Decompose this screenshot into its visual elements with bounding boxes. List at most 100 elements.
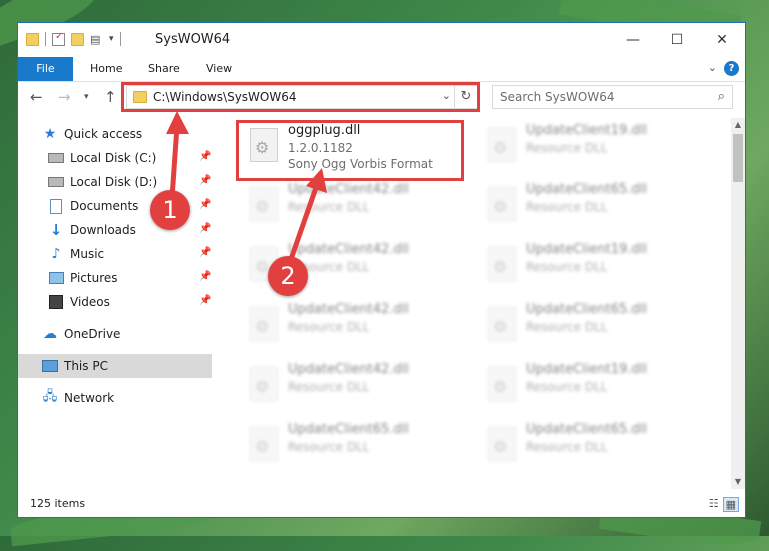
scroll-thumb[interactable] bbox=[733, 134, 743, 182]
file-tile[interactable]: ⚙ UpdateClient65.dll Resource DLL bbox=[478, 302, 708, 358]
file-name: UpdateClient42.dll bbox=[288, 302, 409, 317]
sidebar-item-label: Pictures bbox=[70, 271, 118, 285]
ribbon-tabs: File Home Share View ⌄ ? bbox=[18, 57, 745, 82]
help-icon[interactable]: ? bbox=[724, 61, 739, 76]
videos-icon bbox=[48, 294, 64, 310]
address-row: ← → ▾ ↑ C:\Windows\SysWOW64 ⌄ ↻ Search S… bbox=[18, 82, 745, 114]
sidebar-item-documents[interactable]: Documents bbox=[48, 194, 138, 218]
file-version: 1.2.0.1182 bbox=[288, 141, 353, 155]
file-tile[interactable]: ⚙ UpdateClient19.dll Resource DLL bbox=[478, 242, 708, 298]
gear-icon: ⚙ bbox=[255, 317, 270, 336]
close-button[interactable]: ✕ bbox=[699, 23, 745, 57]
dll-file-icon: ⚙ bbox=[488, 128, 516, 162]
new-folder-icon[interactable] bbox=[71, 32, 84, 46]
properties-icon[interactable]: ✓ bbox=[52, 31, 65, 46]
file-description: Resource DLL bbox=[526, 320, 608, 334]
gear-icon: ⚙ bbox=[493, 257, 508, 276]
dll-file-icon: ⚙ bbox=[250, 307, 278, 341]
file-tile[interactable]: ⚙ UpdateClient42.dll Resource DLL bbox=[240, 242, 470, 298]
file-name: oggplug.dll bbox=[288, 123, 361, 138]
file-tile[interactable]: ⚙ UpdateClient19.dll Resource DLL bbox=[478, 123, 708, 179]
file-name: UpdateClient65.dll bbox=[526, 182, 647, 197]
pin-icon[interactable]: 📌 bbox=[199, 199, 211, 210]
customize-dropdown-icon[interactable]: ▾ bbox=[109, 34, 114, 44]
sidebar-item-this-pc[interactable]: This PC bbox=[18, 354, 212, 378]
sidebar-item-label: Videos bbox=[70, 295, 110, 309]
scroll-down-icon[interactable]: ▼ bbox=[731, 475, 745, 489]
cloud-icon: ☁ bbox=[43, 326, 57, 342]
file-name: UpdateClient42.dll bbox=[288, 242, 409, 257]
network-icon: 🖧 bbox=[42, 389, 58, 404]
minimize-button[interactable]: — bbox=[610, 23, 656, 57]
pin-icon[interactable]: 📌 bbox=[199, 223, 211, 234]
file-tile[interactable]: ⚙ UpdateClient42.dll Resource DLL bbox=[240, 182, 470, 238]
file-tile[interactable]: ⚙ UpdateClient65.dll Resource DLL bbox=[478, 422, 708, 478]
gear-icon: ⚙ bbox=[255, 257, 270, 276]
sidebar-item-music[interactable]: ♪ Music bbox=[48, 242, 105, 266]
pin-icon[interactable]: 📌 bbox=[199, 175, 211, 186]
collapse-ribbon-icon[interactable]: ⌄ bbox=[708, 61, 717, 74]
search-input[interactable]: Search SysWOW64 ⌕ bbox=[492, 85, 733, 109]
downloads-icon: ↓ bbox=[49, 221, 63, 239]
file-tile[interactable]: ⚙ UpdateClient42.dll Resource DLL bbox=[240, 302, 470, 358]
customize-icon[interactable]: ▤ bbox=[90, 33, 103, 46]
file-tile-oggplug[interactable]: ⚙ oggplug.dll 1.2.0.1182 Sony Ogg Vorbis… bbox=[240, 123, 470, 179]
file-name: UpdateClient19.dll bbox=[526, 242, 647, 257]
sidebar-item-network[interactable]: 🖧 Network bbox=[42, 386, 114, 410]
file-tile[interactable]: ⚙ UpdateClient65.dll Resource DLL bbox=[478, 182, 708, 238]
item-count: 125 items bbox=[30, 497, 86, 510]
up-arrow-icon[interactable]: ↑ bbox=[104, 88, 117, 106]
drive-icon bbox=[48, 174, 64, 190]
sidebar-item-label: Local Disk (D:) bbox=[70, 175, 158, 189]
pin-icon[interactable]: 📌 bbox=[199, 271, 211, 282]
status-bar: 125 items ☷ ▦ bbox=[18, 493, 745, 515]
dll-file-icon: ⚙ bbox=[250, 187, 278, 221]
tab-home[interactable]: Home bbox=[76, 57, 136, 81]
file-description: Resource DLL bbox=[526, 380, 608, 394]
sidebar-item-pictures[interactable]: Pictures bbox=[48, 266, 118, 290]
sidebar-item-downloads[interactable]: ↓ Downloads bbox=[48, 218, 136, 242]
maximize-button[interactable]: ☐ bbox=[654, 23, 700, 57]
tab-file[interactable]: File bbox=[18, 57, 73, 81]
tab-view[interactable]: View bbox=[192, 57, 246, 81]
sidebar-item-videos[interactable]: Videos bbox=[48, 290, 110, 314]
sidebar-item-label: OneDrive bbox=[64, 327, 121, 341]
sidebar-item-onedrive[interactable]: ☁ OneDrive bbox=[42, 322, 120, 346]
file-tile[interactable]: ⚙ UpdateClient42.dll Resource DLL bbox=[240, 362, 470, 418]
scroll-up-icon[interactable]: ▲ bbox=[731, 118, 745, 132]
pin-icon[interactable]: 📌 bbox=[199, 295, 211, 306]
large-icons-view-icon[interactable]: ▦ bbox=[722, 497, 739, 512]
back-arrow-icon[interactable]: ← bbox=[30, 88, 43, 106]
address-path[interactable]: C:\Windows\SysWOW64 bbox=[153, 90, 297, 104]
file-name: UpdateClient42.dll bbox=[288, 362, 409, 377]
refresh-icon[interactable]: ↻ bbox=[454, 86, 477, 108]
file-description: Resource DLL bbox=[526, 260, 608, 274]
file-tile[interactable]: ⚙ UpdateClient65.dll Resource DLL bbox=[240, 422, 470, 478]
sidebar-item-label: This PC bbox=[64, 359, 108, 373]
file-description: Resource DLL bbox=[288, 380, 370, 394]
tab-share[interactable]: Share bbox=[134, 57, 194, 81]
address-bar[interactable]: C:\Windows\SysWOW64 ⌄ ↻ bbox=[126, 85, 478, 109]
divider bbox=[45, 32, 46, 46]
recent-locations-icon[interactable]: ▾ bbox=[84, 92, 89, 102]
forward-arrow-icon[interactable]: → bbox=[58, 88, 71, 106]
sidebar-item-quick-access[interactable]: ★ Quick access bbox=[42, 122, 142, 146]
gear-icon: ⚙ bbox=[255, 377, 270, 396]
pin-icon[interactable]: 📌 bbox=[199, 151, 211, 162]
chevron-down-icon[interactable]: ⌄ bbox=[442, 89, 451, 102]
file-description: Resource DLL bbox=[288, 440, 370, 454]
pin-icon[interactable]: 📌 bbox=[199, 247, 211, 258]
details-view-icon[interactable]: ☷ bbox=[709, 497, 719, 512]
sidebar-item-local-disk-d[interactable]: Local Disk (D:) bbox=[48, 170, 157, 194]
sidebar-item-label: Downloads bbox=[70, 223, 136, 237]
folder-icon[interactable] bbox=[26, 32, 39, 46]
sidebar-item-label: Music bbox=[70, 247, 105, 261]
file-description: Resource DLL bbox=[288, 200, 370, 214]
gear-icon: ⚙ bbox=[255, 437, 270, 456]
file-tile[interactable]: ⚙ UpdateClient19.dll Resource DLL bbox=[478, 362, 708, 418]
sidebar-item-local-disk-c[interactable]: Local Disk (C:) bbox=[48, 146, 156, 170]
gear-icon: ⚙ bbox=[493, 197, 508, 216]
dll-file-icon: ⚙ bbox=[488, 247, 516, 281]
gear-icon: ⚙ bbox=[255, 138, 270, 157]
vertical-scrollbar[interactable]: ▲ ▼ bbox=[731, 118, 745, 489]
